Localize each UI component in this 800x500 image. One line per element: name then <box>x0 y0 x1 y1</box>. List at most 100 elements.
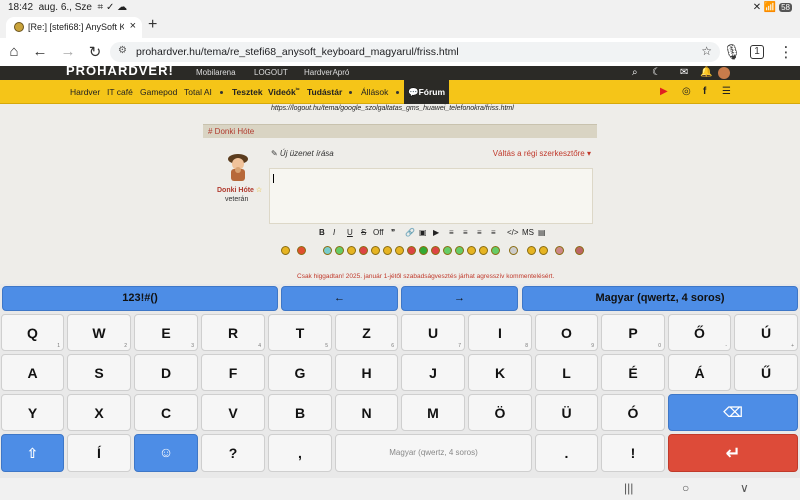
key-u-acute[interactable]: Ú + <box>734 314 798 351</box>
key-o-acute[interactable]: Ó <box>601 394 665 431</box>
smiley-icon[interactable] <box>443 246 452 255</box>
smiley-icon[interactable] <box>419 246 428 255</box>
smiley-icon[interactable] <box>383 246 392 255</box>
bold-button[interactable]: B <box>319 228 325 237</box>
key-c[interactable]: C <box>134 394 198 431</box>
key-u-umlaut[interactable]: Ü <box>535 394 598 431</box>
forward-icon[interactable]: → <box>58 43 78 60</box>
key-period[interactable]: . <box>535 434 598 472</box>
italic-button[interactable]: I <box>333 228 335 237</box>
browser-tab[interactable]: [Re:] [stefi68:] AnySoft Keyb × <box>6 17 142 38</box>
smiley-icon[interactable] <box>509 246 518 255</box>
key-arrow-right[interactable]: → <box>401 286 518 311</box>
key-w[interactable]: W2 <box>67 314 131 351</box>
menu-gamepod[interactable]: Gamepod <box>140 87 177 97</box>
theme-icon[interactable]: ☾ <box>652 67 661 78</box>
underline-button[interactable]: U <box>347 228 353 237</box>
angry-smiley-icon[interactable] <box>297 246 306 255</box>
key-p[interactable]: P0 <box>601 314 665 351</box>
smiley-icon[interactable] <box>455 246 464 255</box>
key-i-acute[interactable]: Í <box>67 434 131 472</box>
key-n[interactable]: N <box>335 394 398 431</box>
home-circle-icon[interactable]: ○ <box>682 481 689 495</box>
key-u-double-acute[interactable]: Ű <box>734 354 798 391</box>
toplink-hardverapro[interactable]: HardverApró <box>304 68 349 77</box>
key-o[interactable]: O9 <box>535 314 598 351</box>
tab-switcher-button[interactable]: 1 <box>750 45 764 59</box>
key-u[interactable]: U7 <box>401 314 465 351</box>
key-v[interactable]: V <box>201 394 265 431</box>
menu-tesztek[interactable]: Tesztek <box>232 87 263 97</box>
instagram-icon[interactable]: ◎ <box>682 86 691 97</box>
off-button[interactable]: Off <box>373 228 384 237</box>
home-icon[interactable]: ⌂ <box>4 43 24 60</box>
key-space[interactable]: Magyar (qwertz, 4 soros) <box>335 434 532 472</box>
key-shift[interactable]: ⇧ <box>1 434 64 472</box>
menu-total-ai[interactable]: Total AI <box>184 87 212 97</box>
key-arrow-left[interactable]: ← <box>281 286 398 311</box>
smiley-icon[interactable] <box>479 246 488 255</box>
hide-keyboard-icon[interactable]: ∨ <box>740 481 749 495</box>
cool-smiley-icon[interactable] <box>323 246 332 255</box>
ms-button[interactable]: MS <box>522 228 534 237</box>
recent-apps-icon[interactable]: ||| <box>624 481 633 495</box>
rss-icon[interactable]: ☰ <box>722 86 731 97</box>
previous-post-link[interactable]: https://logout.hu/tema/google_szolgaltat… <box>271 105 514 112</box>
smiley-icon[interactable] <box>281 246 290 255</box>
key-q[interactable]: Q1 <box>1 314 64 351</box>
close-tab-icon[interactable]: × <box>130 20 136 32</box>
smiley-icon[interactable] <box>467 246 476 255</box>
smiley-icon[interactable] <box>347 246 356 255</box>
toplink-logout[interactable]: LOGOUT <box>254 68 288 77</box>
align-center-icon[interactable]: ≡ <box>463 228 468 237</box>
smiley-icon[interactable] <box>359 246 368 255</box>
new-tab-button[interactable]: + <box>148 16 157 34</box>
key-s[interactable]: S <box>67 354 131 391</box>
user-avatar-icon[interactable] <box>718 67 730 79</box>
reload-icon[interactable]: ↻ <box>85 43 105 61</box>
menu-tudastar[interactable]: Tudástár <box>307 87 342 97</box>
menu-it-cafe[interactable]: IT café <box>107 87 133 97</box>
key-o-umlaut[interactable]: Ö <box>468 394 532 431</box>
key-o-double-acute[interactable]: Ő- <box>668 314 731 351</box>
align-right-icon[interactable]: ≡ <box>477 228 482 237</box>
search-icon[interactable]: ⌕ <box>632 67 638 78</box>
video-icon[interactable]: ▶ <box>433 228 439 237</box>
key-b[interactable]: B <box>268 394 332 431</box>
key-numbers-symbols[interactable]: 123!#() <box>2 286 278 311</box>
mail-icon[interactable]: ✉ <box>680 67 688 78</box>
code-icon[interactable]: </> <box>507 228 519 237</box>
key-a-acute[interactable]: Á <box>668 354 731 391</box>
site-logo[interactable]: PROHARDVER! <box>66 66 174 80</box>
switch-editor-link[interactable]: Váltás a régi szerkesztőre ▾ <box>493 149 591 158</box>
url-bar[interactable]: ⚙ prohardver.hu/tema/re_stefi68_anysoft_… <box>110 42 720 62</box>
smiley-icon[interactable] <box>527 246 536 255</box>
menu-hardver[interactable]: Hardver <box>70 87 100 97</box>
image-icon[interactable]: ▣ <box>419 228 427 237</box>
key-question[interactable]: ? <box>201 434 265 472</box>
smiley-icon[interactable] <box>555 246 564 255</box>
smiley-icon[interactable] <box>335 246 344 255</box>
key-d[interactable]: D <box>134 354 198 391</box>
key-language[interactable]: Magyar (qwertz, 4 soros) <box>522 286 798 311</box>
smiley-icon[interactable] <box>371 246 380 255</box>
key-i[interactable]: I8 <box>468 314 532 351</box>
key-k[interactable]: K <box>468 354 532 391</box>
menu-allasok[interactable]: Állások <box>361 87 388 97</box>
menu-videok[interactable]: Videókᵇᵉ <box>268 87 300 97</box>
key-enter[interactable]: ↵ <box>668 434 798 472</box>
key-z[interactable]: Z6 <box>335 314 398 351</box>
align-left-icon[interactable]: ≡ <box>449 228 454 237</box>
quote-button[interactable]: ❞ <box>391 228 395 237</box>
smiley-icon[interactable] <box>407 246 416 255</box>
bell-icon[interactable]: 🔔 <box>700 67 712 78</box>
link-icon[interactable]: 🔗 <box>405 228 415 237</box>
facebook-icon[interactable]: f <box>703 86 706 97</box>
bookmark-star-icon[interactable]: ☆ <box>701 44 712 58</box>
key-a[interactable]: A <box>1 354 64 391</box>
key-r[interactable]: R4 <box>201 314 265 351</box>
smiley-icon[interactable] <box>575 246 584 255</box>
key-l[interactable]: L <box>535 354 598 391</box>
smiley-icon[interactable] <box>431 246 440 255</box>
reply-header-text[interactable]: # Donki Hóte <box>208 127 254 136</box>
